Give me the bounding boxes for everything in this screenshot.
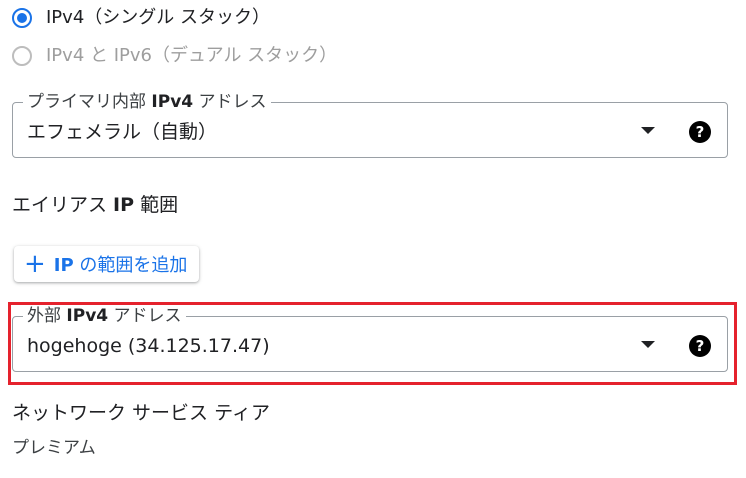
dropdown-arrow-icon[interactable] — [641, 127, 655, 134]
external-ipv4-legend: 外部 IPv4 アドレス — [23, 305, 186, 327]
add-ip-range-label: IP の範囲を追加 — [53, 255, 188, 276]
primary-internal-ipv4-select[interactable]: プライマリ内部 IPv4 アドレス エフェメラル（自動） ? — [12, 91, 728, 158]
radio-label-ipv4: IPv4（シングル スタック） — [46, 7, 270, 28]
radio-button-disabled — [12, 46, 32, 66]
external-ipv4-value: hogehoge (34.125.17.47) — [27, 335, 270, 357]
network-tier-value: プレミアム — [12, 438, 96, 458]
radio-button-checked[interactable] — [12, 8, 32, 28]
add-ip-range-button[interactable]: + IP の範囲を追加 — [14, 246, 200, 282]
primary-internal-ipv4-legend: プライマリ内部 IPv4 アドレス — [23, 91, 271, 113]
radio-ipv4-single-stack[interactable]: IPv4（シングル スタック） — [12, 4, 270, 32]
plus-icon: + — [24, 249, 46, 279]
radio-dual-stack: IPv4 と IPv6（デュアル スタック） — [12, 42, 337, 70]
network-interface-panel: IPv4（シングル スタック） IPv4 と IPv6（デュアル スタック） プ… — [0, 0, 746, 478]
dropdown-arrow-icon[interactable] — [641, 341, 655, 348]
network-tier-heading: ネットワーク サービス ティア — [12, 402, 270, 424]
external-ipv4-select[interactable]: 外部 IPv4 アドレス hogehoge (34.125.17.47) ? — [12, 305, 728, 372]
help-icon[interactable]: ? — [689, 335, 711, 357]
radio-label-dual-stack: IPv4 と IPv6（デュアル スタック） — [46, 45, 338, 66]
help-icon[interactable]: ? — [689, 121, 711, 143]
primary-internal-ipv4-value: エフェメラル（自動） — [27, 121, 218, 143]
alias-ip-range-heading: エイリアス IP 範囲 — [12, 194, 179, 216]
